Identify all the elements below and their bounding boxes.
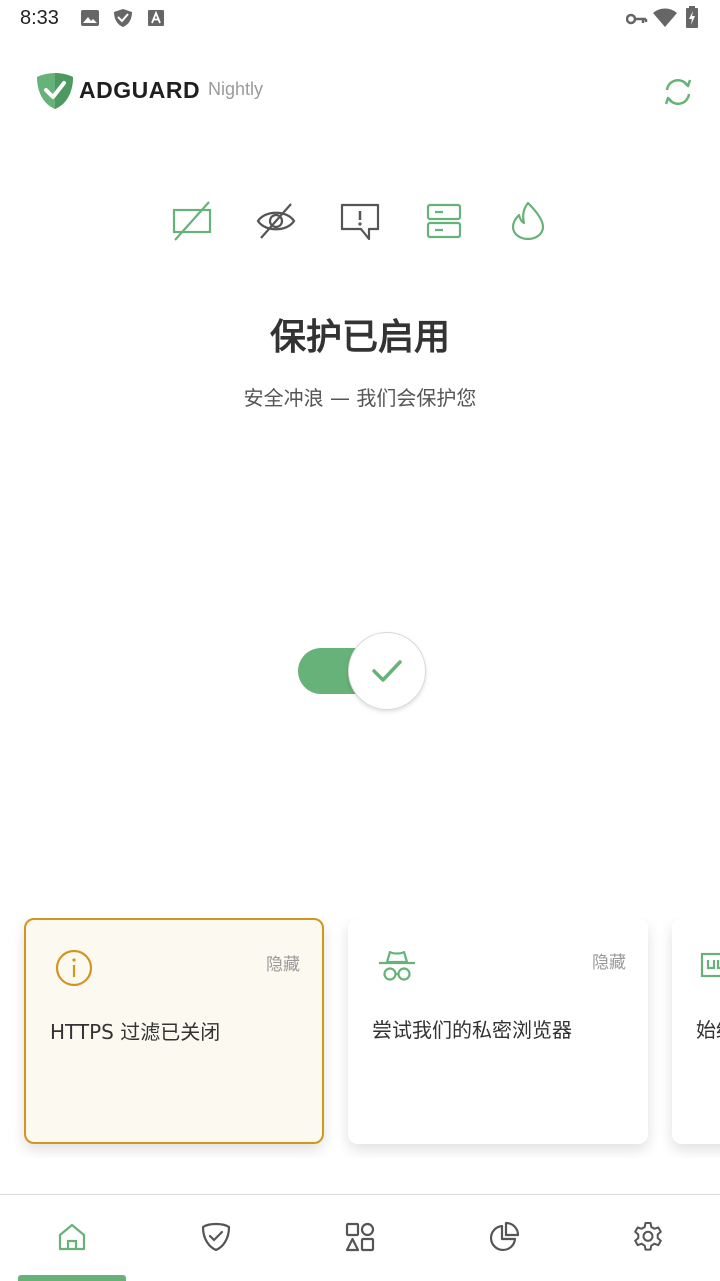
protection-status-subtitle: 安全冲浪 — 我们会保护您: [243, 386, 477, 410]
status-bar: 8:33: [0, 0, 720, 36]
dns-protection-icon: [426, 203, 462, 239]
nav-protection[interactable]: [144, 1195, 288, 1281]
protection-features: [0, 200, 720, 246]
check-icon: [372, 660, 402, 682]
app-header: ADGUARD Nightly: [0, 60, 720, 120]
firewall-icon: [511, 201, 545, 241]
wifi-icon: [653, 8, 677, 32]
statistics-icon: [489, 1221, 520, 1252]
nav-apps[interactable]: [288, 1195, 432, 1281]
protection-icon: [201, 1222, 231, 1252]
suggestion-cards[interactable]: 隐藏 HTTPS 过滤已关闭 隐藏 尝试我们的私密浏览器 始终: [0, 918, 720, 1158]
private-browser-card[interactable]: 隐藏 尝试我们的私密浏览器: [348, 918, 648, 1144]
card-message: HTTPS 过滤已关闭: [50, 1020, 221, 1044]
incognito-icon: [376, 946, 418, 990]
refresh-icon[interactable]: [660, 74, 696, 114]
channel-label: Nightly: [208, 79, 264, 99]
protection-toggle[interactable]: [298, 632, 428, 712]
ad-blocking-icon: [172, 201, 212, 241]
bottom-navigation: [0, 1194, 720, 1281]
info-icon: [54, 948, 94, 992]
tracking-protection-icon: [256, 203, 296, 239]
toggle-knob: [348, 632, 426, 710]
next-card[interactable]: 始终: [672, 918, 720, 1144]
hide-card-button[interactable]: 隐藏: [592, 948, 626, 973]
apps-icon: [345, 1222, 375, 1252]
home-icon: [58, 1223, 86, 1251]
nav-settings[interactable]: [576, 1195, 720, 1281]
card-message: 始终: [696, 1018, 720, 1042]
cleanup-icon: [700, 946, 720, 990]
hide-card-button[interactable]: 隐藏: [266, 950, 300, 975]
protection-status-title: 保护已启用: [269, 317, 450, 358]
image-notification-icon: [80, 8, 100, 32]
battery-charging-icon: [686, 6, 698, 32]
settings-icon: [634, 1222, 662, 1251]
nav-home[interactable]: [0, 1195, 144, 1281]
active-tab-indicator: [18, 1275, 126, 1281]
https-filtering-card[interactable]: 隐藏 HTTPS 过滤已关闭: [24, 918, 324, 1144]
nav-statistics[interactable]: [432, 1195, 576, 1281]
annoyance-blocking-icon: [340, 203, 380, 241]
text-notification-icon: [147, 8, 165, 32]
vpn-key-icon: [625, 11, 648, 30]
card-message: 尝试我们的私密浏览器: [372, 1018, 572, 1042]
adguard-logo-icon: [36, 72, 74, 114]
shield-notification-icon: [113, 8, 133, 32]
brand-name: ADGUARD: [79, 77, 201, 103]
status-time: 8:33: [20, 7, 59, 29]
